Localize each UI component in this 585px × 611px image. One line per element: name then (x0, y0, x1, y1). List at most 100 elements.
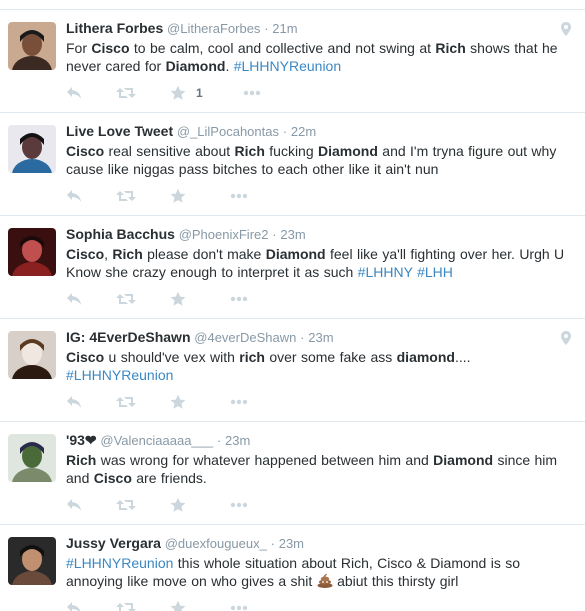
retweet-icon[interactable] (116, 496, 136, 514)
timestamp[interactable]: 21m (272, 21, 297, 36)
avatar[interactable] (8, 125, 56, 173)
hashtag-link[interactable]: #LHH (417, 264, 453, 280)
tweet-actions (66, 187, 282, 205)
avatar[interactable] (8, 22, 56, 70)
tweet-content: Sophia Bacchus @PhoenixFire2 · 23m Cisco… (66, 225, 571, 281)
username[interactable]: @_LilPocahontas (177, 124, 279, 139)
tweet[interactable]: Sophia Bacchus @PhoenixFire2 · 23m Cisco… (0, 216, 585, 319)
tweet-text: Cisco u should've vex with rich over som… (66, 348, 571, 384)
timestamp[interactable]: 23m (279, 536, 304, 551)
separator-dot: · (300, 330, 305, 345)
timestamp[interactable]: 23m (280, 227, 305, 242)
text-segment: For (66, 40, 92, 56)
favorite-icon[interactable]: 1 (170, 84, 203, 102)
username[interactable]: @PhoenixFire2 (179, 227, 269, 242)
keyword-highlight: diamond (396, 349, 455, 365)
keyword-highlight: Diamond (433, 452, 494, 468)
more-options-icon[interactable] (230, 393, 248, 411)
text-segment: to be calm, cool and collective and not … (129, 40, 436, 56)
tweet-header: Sophia Bacchus @PhoenixFire2 · 23m (66, 225, 571, 244)
reply-icon[interactable] (66, 84, 82, 102)
tweet[interactable]: Lithera Forbes @LitheraForbes · 21m For … (0, 10, 585, 113)
hashtag-link[interactable]: #LHHNY (358, 264, 413, 280)
keyword-highlight: Rich (112, 246, 143, 262)
tweet-header: '93❤ @Valenciaaaaa___ · 23m (66, 431, 571, 450)
more-options-icon[interactable] (230, 187, 248, 205)
username[interactable]: @4everDeShawn (194, 330, 296, 345)
more-options-icon[interactable] (243, 84, 261, 102)
more-options-icon[interactable] (230, 496, 248, 514)
tweet-header: Live Love Tweet @_LilPocahontas · 22m (66, 122, 571, 141)
hashtag-link[interactable]: #LHHNYReunion (66, 367, 173, 383)
keyword-highlight: Rich (435, 40, 466, 56)
tweet-content: Lithera Forbes @LitheraForbes · 21m For … (66, 19, 571, 75)
fullname[interactable]: Lithera Forbes (66, 20, 163, 36)
tweet-actions (66, 599, 282, 611)
tweet[interactable]: '93❤ @Valenciaaaaa___ · 23m Rich was wro… (0, 422, 585, 525)
retweet-icon[interactable] (116, 290, 136, 308)
tweet-list: Lithera Forbes @LitheraForbes · 21m For … (0, 10, 585, 611)
favorite-icon[interactable] (170, 187, 196, 205)
tweet[interactable]: IG: 4EverDeShawn @4everDeShawn · 23m Cis… (0, 319, 585, 422)
timestamp[interactable]: 23m (308, 330, 333, 345)
separator-dot: · (270, 536, 275, 551)
more-options-icon[interactable] (230, 290, 248, 308)
reply-icon[interactable] (66, 496, 82, 514)
fullname[interactable]: IG: 4EverDeShawn (66, 329, 191, 345)
tweet[interactable]: Live Love Tweet @_LilPocahontas · 22m Ci… (0, 113, 585, 216)
keyword-highlight: Rich (234, 143, 265, 159)
keyword-highlight: Cisco (66, 349, 105, 365)
fullname[interactable]: Live Love Tweet (66, 123, 173, 139)
retweet-icon[interactable] (116, 599, 136, 611)
tweet[interactable]: Jussy Vergara @duexfougueux_ · 23m #LHHN… (0, 525, 585, 611)
favorite-icon[interactable] (170, 290, 196, 308)
text-segment: abiut this thirsty girl (332, 573, 459, 589)
text-segment: .... (454, 349, 471, 365)
favorite-icon[interactable] (170, 599, 196, 611)
favorite-icon[interactable] (170, 393, 196, 411)
keyword-highlight: Cisco (66, 143, 105, 159)
username[interactable]: @LitheraForbes (167, 21, 260, 36)
location-pin-icon[interactable] (561, 22, 571, 41)
avatar[interactable] (8, 434, 56, 482)
username[interactable]: @duexfougueux_ (165, 536, 267, 551)
text-segment: fucking (264, 143, 319, 159)
timestamp[interactable]: 23m (225, 433, 250, 448)
timestamp[interactable]: 22m (291, 124, 316, 139)
retweet-icon[interactable] (116, 393, 136, 411)
tweet-content: Jussy Vergara @duexfougueux_ · 23m #LHHN… (66, 534, 571, 592)
avatar[interactable] (8, 331, 56, 379)
tweet-text: Cisco real sensitive about Rich fucking … (66, 142, 571, 178)
avatar[interactable] (8, 537, 56, 585)
fullname[interactable]: Sophia Bacchus (66, 226, 175, 242)
keyword-highlight: Diamond (165, 58, 226, 74)
keyword-highlight: rich (239, 349, 265, 365)
retweet-icon[interactable] (116, 84, 136, 102)
reply-icon[interactable] (66, 290, 82, 308)
more-options-icon[interactable] (230, 599, 248, 611)
favorite-icon[interactable] (170, 496, 196, 514)
hashtag-link[interactable]: #LHHNYReunion (234, 58, 341, 74)
tweet-text: Cisco, Rich please don't make Diamond fe… (66, 245, 571, 281)
text-segment: real sensitive about (104, 143, 235, 159)
reply-icon[interactable] (66, 599, 82, 611)
fullname[interactable]: '93❤ (66, 432, 97, 448)
keyword-highlight: Cisco (91, 40, 130, 56)
avatar[interactable] (8, 228, 56, 276)
text-segment: are friends. (131, 470, 207, 486)
reply-icon[interactable] (66, 187, 82, 205)
keyword-highlight: Diamond (265, 246, 326, 262)
separator-dot: · (216, 433, 222, 448)
separator-dot: · (272, 227, 277, 242)
text-segment: . (225, 58, 234, 74)
location-pin-icon[interactable] (561, 331, 571, 350)
hashtag-link[interactable]: #LHHNYReunion (66, 555, 173, 571)
tweet-content: IG: 4EverDeShawn @4everDeShawn · 23m Cis… (66, 328, 571, 384)
retweet-icon[interactable] (116, 187, 136, 205)
text-segment: was wrong for whatever happened between … (96, 452, 434, 468)
text-segment: u should've vex with (104, 349, 240, 365)
tweet-header: IG: 4EverDeShawn @4everDeShawn · 23m (66, 328, 571, 347)
reply-icon[interactable] (66, 393, 82, 411)
fullname[interactable]: Jussy Vergara (66, 535, 161, 551)
username[interactable]: @Valenciaaaaa___ (100, 433, 213, 448)
